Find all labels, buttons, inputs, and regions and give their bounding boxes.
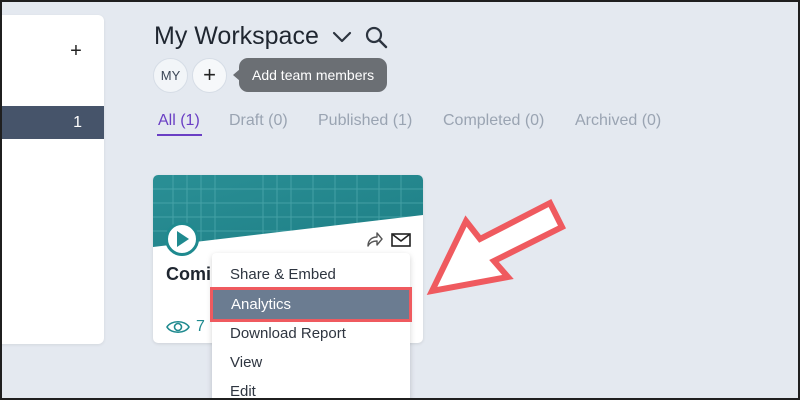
workspace-title: My Workspace [154, 22, 319, 50]
search-icon[interactable] [364, 25, 388, 49]
sidebar-item-count: 1 [73, 114, 82, 131]
tab-completed[interactable]: Completed (0) [443, 112, 544, 130]
pointer-arrow-icon [426, 198, 567, 296]
add-members-tooltip: Add team members [232, 58, 388, 92]
chevron-down-icon[interactable] [332, 30, 352, 44]
sidebar: + 1 [2, 15, 104, 344]
mail-icon[interactable] [391, 233, 411, 247]
add-team-member-button[interactable]: + [192, 58, 227, 93]
app-frame: + 1 My Workspace MY + Add team members A… [2, 2, 798, 398]
tab-archived[interactable]: Archived (0) [575, 112, 661, 130]
menu-item-analytics[interactable]: Analytics [210, 287, 412, 322]
tab-all[interactable]: All (1) [157, 112, 202, 136]
tab-published[interactable]: Published (1) [318, 112, 412, 130]
eye-icon [166, 320, 190, 334]
card-views-count: 7 [196, 318, 205, 335]
menu-item-edit[interactable]: Edit [212, 377, 410, 398]
share-icon[interactable] [364, 230, 384, 250]
menu-item-view[interactable]: View [212, 348, 410, 377]
sidebar-item-selected[interactable]: 1 [2, 106, 104, 139]
play-icon[interactable] [165, 222, 199, 256]
menu-item-share-embed[interactable]: Share & Embed [212, 260, 410, 289]
avatar[interactable]: MY [153, 58, 188, 93]
card-actions-menu: Share & Embed Analytics Download Report … [210, 253, 412, 398]
tab-draft[interactable]: Draft (0) [229, 112, 288, 130]
card-title: Comi [166, 264, 211, 284]
sidebar-add-button[interactable]: + [66, 41, 86, 61]
menu-item-download-report[interactable]: Download Report [212, 319, 410, 348]
